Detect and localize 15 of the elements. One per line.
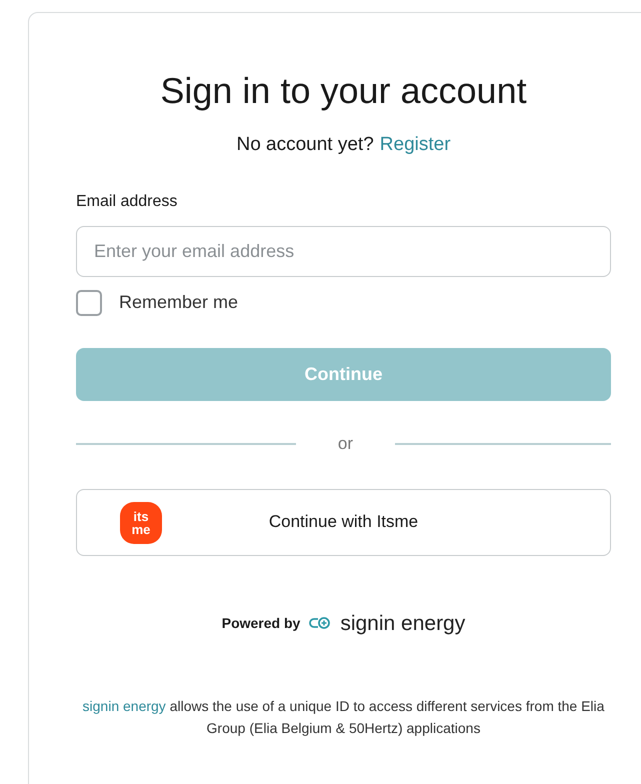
email-input-field[interactable]: Enter your email address — [76, 226, 611, 277]
powered-by-text: Powered by — [222, 614, 300, 633]
itsme-button[interactable]: its me Continue with Itsme — [76, 488, 611, 556]
page-title: Sign in to your account — [159, 69, 528, 113]
remember-me-checkbox[interactable] — [76, 290, 102, 316]
itsme-logo: its me — [120, 502, 162, 544]
no-account-text: No account yet? — [236, 133, 374, 157]
signin-energy-link[interactable]: signin energy — [82, 698, 166, 714]
signin-energy-logo-icon — [308, 616, 332, 630]
email-label: Email address — [76, 192, 178, 212]
footer-description: signin energy allows the use of a unique ID to access different services from the Elia Group (Elia Belgium & 50Hertz) applications — [82, 697, 606, 738]
or-divider-text: or — [338, 433, 353, 455]
remember-me-label: Remember me — [119, 291, 238, 314]
register-link[interactable]: Register — [380, 132, 451, 158]
signin-energy-brand: signin energy — [340, 610, 466, 636]
